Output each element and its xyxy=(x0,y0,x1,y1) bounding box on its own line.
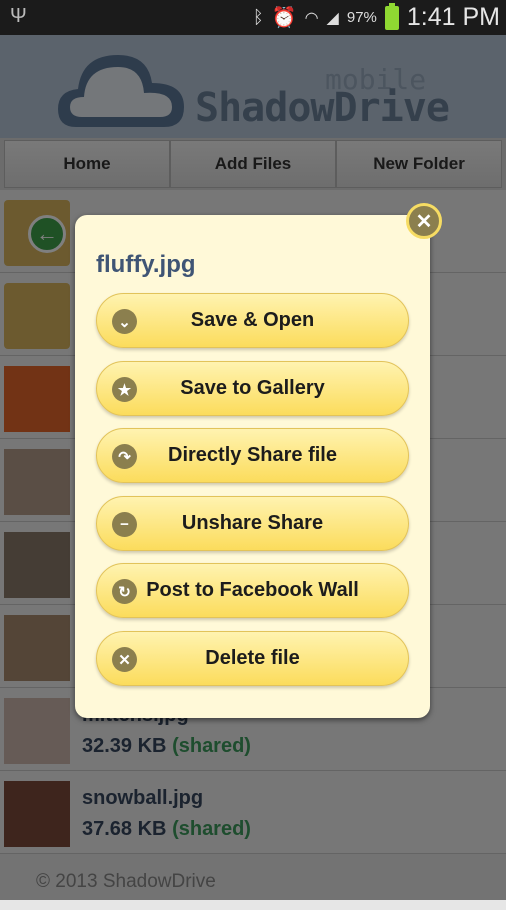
button-label: Post to Facebook Wall xyxy=(146,579,359,601)
status-bar: Ψ ᛒ ⏰ ◠ ◢ 97% 1:41 PM xyxy=(0,0,506,35)
button-label: Directly Share file xyxy=(168,444,337,466)
battery-percent: 97% xyxy=(346,9,377,26)
signal-icon: ◢ xyxy=(326,9,339,27)
close-icon: ✕ xyxy=(415,210,433,233)
clock: 1:41 PM xyxy=(406,3,500,31)
share-file-button[interactable]: ↷ Directly Share file xyxy=(96,428,409,483)
file-actions-dialog: fluffy.jpg ⌄ Save & Open ★ Save to Gallery… xyxy=(75,215,430,718)
minus-icon: − xyxy=(112,512,137,537)
chevron-down-icon: ⌄ xyxy=(112,309,137,334)
save-to-gallery-button[interactable]: ★ Save to Gallery xyxy=(96,361,409,416)
dialog-title: fluffy.jpg xyxy=(96,251,196,278)
bluetooth-icon: ᛒ xyxy=(252,7,264,27)
alarm-icon: ⏰ xyxy=(271,7,297,29)
unshare-button[interactable]: − Unshare Share xyxy=(96,496,409,551)
delete-file-button[interactable]: ✕ Delete file xyxy=(96,631,409,686)
battery-charging-icon xyxy=(384,2,399,30)
button-label: Save & Open xyxy=(190,309,315,331)
post-facebook-button[interactable]: ↻ Post to Facebook Wall xyxy=(96,563,409,618)
close-icon: ✕ xyxy=(112,647,137,672)
usb-icon: Ψ xyxy=(10,5,27,27)
button-label: Unshare Share xyxy=(181,512,324,534)
button-label: Save to Gallery xyxy=(180,377,325,399)
button-label: Delete file xyxy=(205,647,300,669)
close-dialog-button[interactable]: ✕ xyxy=(406,203,442,239)
save-open-button[interactable]: ⌄ Save & Open xyxy=(96,293,409,348)
share-arrow-icon: ↷ xyxy=(112,444,137,469)
refresh-icon: ↻ xyxy=(112,579,137,604)
star-icon: ★ xyxy=(112,377,137,402)
wifi-icon: ◠ xyxy=(304,9,319,27)
